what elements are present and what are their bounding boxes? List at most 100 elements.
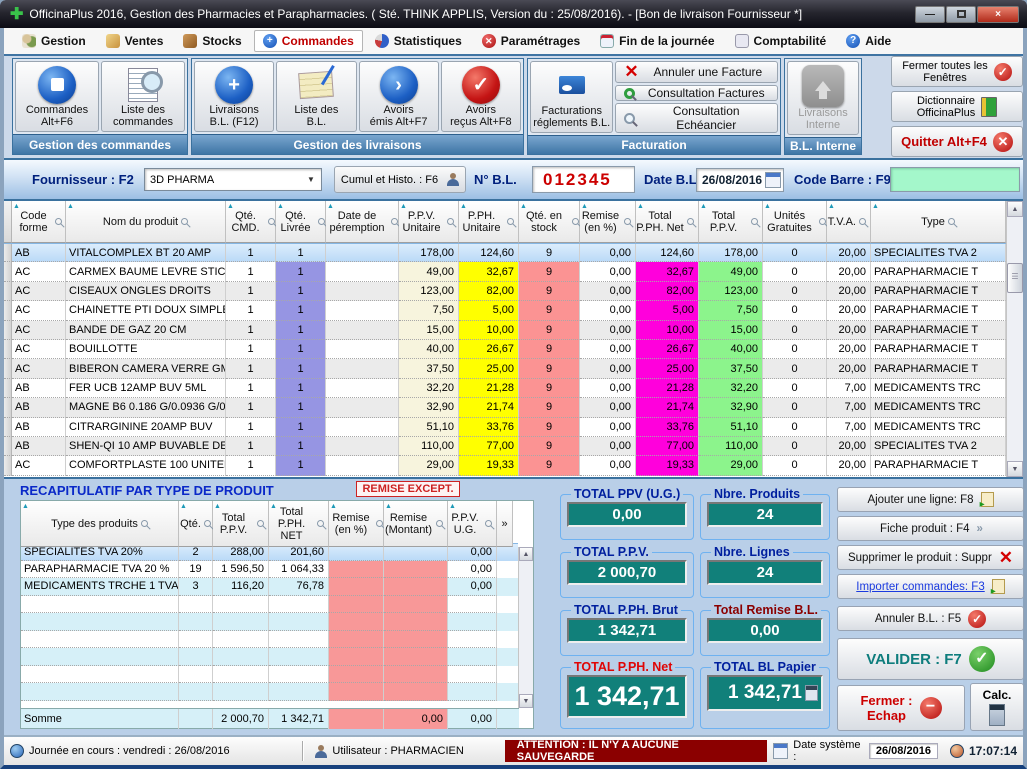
row-selector[interactable]: [4, 437, 12, 456]
table-row[interactable]: PARAPHARMACIE TVA 20 %191 596,501 064,33…: [21, 561, 518, 579]
menu-parametrages[interactable]: ✕Paramétrages: [474, 31, 588, 51]
menu-commandes[interactable]: +Commandes: [254, 30, 363, 52]
menu-ventes[interactable]: Ventes: [98, 31, 172, 51]
remise-except-button[interactable]: REMISE EXCEPT.: [356, 481, 460, 497]
column-header[interactable]: ▲Remise (en %): [329, 501, 384, 547]
column-header[interactable]: ▲P.P.V. Unitaire: [399, 201, 459, 243]
annuler-facture-button[interactable]: ✕ Annuler une Facture: [615, 61, 778, 83]
column-header[interactable]: ▲Remise (en %): [580, 201, 636, 243]
table-row[interactable]: ACBOUILLOTTE1140,0026,6790,0026,6740,000…: [4, 340, 1006, 359]
close-button[interactable]: ×: [977, 6, 1019, 23]
table-row[interactable]: [21, 631, 518, 649]
menu-fin-journee[interactable]: Fin de la journée: [592, 31, 722, 51]
table-row[interactable]: ABMAGNE B6 0.186 G/0.0936 G/0.1132,9021,…: [4, 398, 1006, 417]
row-selector[interactable]: [4, 301, 12, 320]
menu-statistiques[interactable]: Statistiques: [367, 31, 470, 51]
row-selector[interactable]: [4, 418, 12, 437]
table-row[interactable]: [21, 613, 518, 631]
menu-gestion[interactable]: Gestion: [14, 31, 94, 51]
chevron-down-icon[interactable]: ▼: [303, 171, 319, 188]
table-row[interactable]: ACCOMFORTPLASTE 100 UNITEE1129,0019,3390…: [4, 456, 1006, 475]
scroll-up-icon[interactable]: ▲: [519, 547, 533, 561]
scroll-down-icon[interactable]: ▼: [1007, 461, 1023, 477]
row-selector[interactable]: [4, 321, 12, 340]
menu-comptabilite[interactable]: Comptabilité: [727, 31, 835, 51]
row-selector[interactable]: [4, 340, 12, 359]
table-row[interactable]: [21, 596, 518, 614]
table-row[interactable]: ACBANDE DE GAZ 20 CM1115,0010,0090,0010,…: [4, 321, 1006, 340]
fermer-fenetres-button[interactable]: Fermer toutes les Fenêtres ✓: [891, 56, 1023, 87]
title-bar[interactable]: ✚ OfficinaPlus 2016, Gestion des Pharmac…: [0, 0, 1027, 28]
bl-date-field[interactable]: 26/08/2016: [696, 168, 784, 192]
calculator-icon[interactable]: [805, 685, 818, 701]
supprimer-produit-button[interactable]: Supprimer le produit : Suppr✕: [837, 545, 1024, 570]
row-selector[interactable]: [4, 244, 12, 262]
column-header[interactable]: ▲Code forme: [12, 201, 66, 243]
column-header[interactable]: ▲Total P.P.V.: [699, 201, 763, 243]
table-row[interactable]: MEDICAMENTS TRCHE 1 TVA 73116,2076,780,0…: [21, 578, 518, 596]
ajouter-ligne-button[interactable]: Ajouter une ligne: F8: [837, 487, 1024, 512]
row-selector[interactable]: [4, 359, 12, 378]
column-header[interactable]: ▲Total P.PH. NET: [269, 501, 329, 547]
column-header[interactable]: ▲Qté. CMD.: [226, 201, 276, 243]
table-row[interactable]: ACCARMEX BAUME LEVRE STICK1149,0032,6790…: [4, 262, 1006, 281]
avoirs-emis-button[interactable]: › Avoirs émis Alt+F7: [359, 61, 439, 132]
scroll-up-icon[interactable]: ▲: [1007, 201, 1023, 217]
scrollbar-thumb[interactable]: ☰: [1007, 263, 1023, 293]
column-header[interactable]: ▲Type: [871, 201, 1006, 243]
column-header[interactable]: ▲Date de péremption: [326, 201, 399, 243]
quitter-button[interactable]: Quitter Alt+F4 ✕: [891, 126, 1023, 157]
menu-aide[interactable]: ?Aide: [838, 31, 899, 51]
table-row[interactable]: ABFER UCB 12AMP BUV 5ML1132,2021,2890,00…: [4, 379, 1006, 398]
recap-vertical-scrollbar[interactable]: ▲ ▼: [518, 547, 533, 708]
column-header[interactable]: ▲Total P.P.V.: [213, 501, 269, 547]
maximize-button[interactable]: [946, 6, 976, 23]
column-header[interactable]: ▲T.V.A.: [827, 201, 871, 243]
table-row[interactable]: ABCITRARGININE 20AMP BUV1151,1033,7690,0…: [4, 418, 1006, 437]
calc-button[interactable]: Calc.: [970, 683, 1024, 731]
liste-bl-button[interactable]: Liste des B.L.: [276, 61, 356, 132]
row-selector[interactable]: [4, 398, 12, 417]
column-header[interactable]: ▲Qté.: [179, 501, 213, 547]
avoirs-recus-button[interactable]: ✓ Avoirs reçus Alt+F8: [441, 61, 521, 132]
table-row[interactable]: ACBIBERON CAMERA VERRE GM1137,5025,0090,…: [4, 359, 1006, 378]
column-header[interactable]: ▲P.P.V. U.G.: [448, 501, 497, 547]
column-header[interactable]: ▲Qté. en stock: [519, 201, 580, 243]
menu-stocks[interactable]: Stocks: [175, 31, 249, 51]
column-header[interactable]: ▲Nom du produit: [66, 201, 226, 243]
table-row[interactable]: [21, 648, 518, 666]
column-header[interactable]: ▲Qté. Livrée: [276, 201, 326, 243]
cumul-histo-button[interactable]: Cumul et Histo. : F6: [334, 166, 466, 193]
row-selector[interactable]: [4, 456, 12, 475]
column-header[interactable]: ▲Type des produits: [21, 501, 179, 547]
fiche-produit-button[interactable]: Fiche produit : F4»: [837, 516, 1024, 541]
barcode-input[interactable]: [890, 167, 1020, 192]
liste-commandes-button[interactable]: Liste des commandes: [101, 61, 185, 132]
table-row[interactable]: [21, 666, 518, 684]
expand-columns-icon[interactable]: »: [497, 501, 513, 547]
column-header[interactable]: ▲Total P.PH. Net: [636, 201, 699, 243]
row-selector[interactable]: [4, 282, 12, 301]
table-row[interactable]: ABSHEN-QI 10 AMP BUVABLE DE11110,0077,00…: [4, 437, 1006, 456]
column-header[interactable]: ▲Remise (Montant): [384, 501, 448, 547]
fournisseur-select[interactable]: 3D PHARMA ▼: [144, 168, 322, 191]
annuler-bl-button[interactable]: Annuler B.L. : F5✓: [837, 606, 1024, 631]
fermer-button[interactable]: Fermer : Echap−: [837, 685, 965, 731]
table-row[interactable]: [21, 683, 518, 701]
table-row[interactable]: ACCISEAUX ONGLES DROITS11123,0082,0090,0…: [4, 282, 1006, 301]
importer-commandes-button[interactable]: Importer commandes: F3: [837, 574, 1024, 599]
table-row[interactable]: ACCHAINETTE PTI DOUX SIMPLE117,505,0090,…: [4, 301, 1006, 320]
column-header[interactable]: ▲P.PH. Unitaire: [459, 201, 519, 243]
minimize-button[interactable]: —: [915, 6, 945, 23]
facturations-reglements-button[interactable]: Facturations réglements B.L.: [530, 61, 613, 133]
calendar-icon[interactable]: [765, 172, 781, 188]
column-header[interactable]: ▲Unités Gratuites: [763, 201, 827, 243]
row-selector[interactable]: [4, 379, 12, 398]
row-selector[interactable]: [4, 262, 12, 281]
commandes-button[interactable]: Commandes Alt+F6: [15, 61, 99, 132]
bl-number-field[interactable]: 012345: [532, 166, 635, 193]
consultation-factures-button[interactable]: Consultation Factures: [615, 85, 778, 101]
scroll-down-icon[interactable]: ▼: [519, 694, 533, 708]
table-row[interactable]: ABVITALCOMPLEX BT 20 AMP11178,00124,6090…: [4, 243, 1006, 262]
dictionnaire-button[interactable]: Dictionnaire OfficinaPlus: [891, 91, 1023, 122]
